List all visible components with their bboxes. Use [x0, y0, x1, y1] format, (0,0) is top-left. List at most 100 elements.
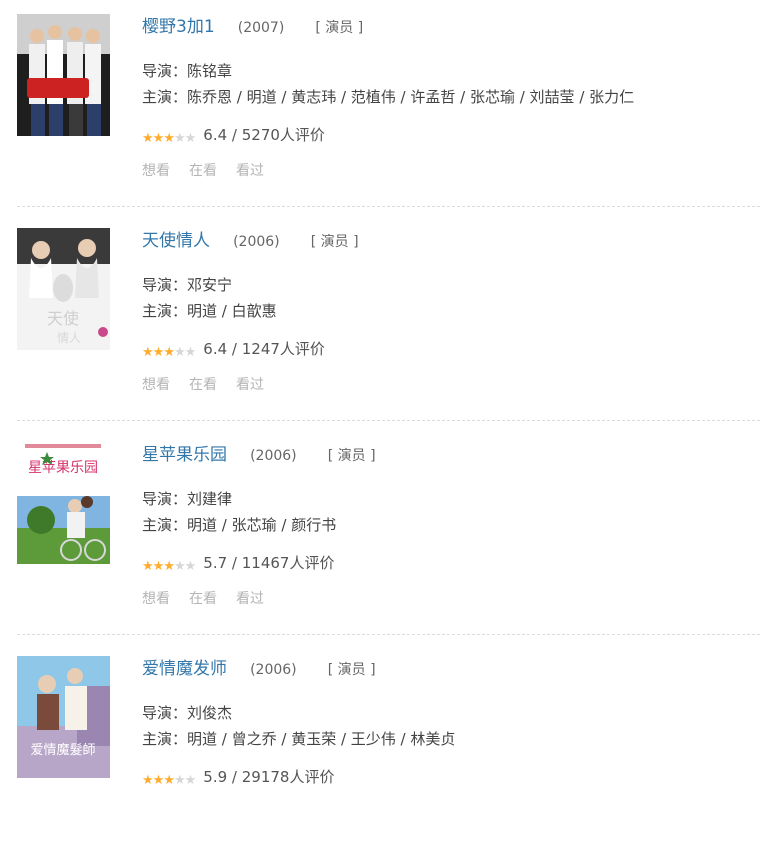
- role-tag: [ 演员 ]: [310, 234, 359, 250]
- watched-link[interactable]: 看过: [236, 163, 264, 179]
- director-label: 导演：: [142, 490, 188, 508]
- title-row: 爱情魔发师 (2006) [ 演员 ]: [142, 656, 760, 682]
- star-icon-filled: ★: [142, 345, 154, 360]
- watching-link[interactable]: 在看: [189, 377, 217, 393]
- movie-title-link[interactable]: 星苹果乐园: [142, 445, 227, 465]
- role-tag: [ 演员 ]: [327, 662, 376, 678]
- star-rating: ★★★★★: [142, 126, 197, 150]
- star-icon-filled: ★: [142, 773, 154, 788]
- director-label: 导演：: [142, 704, 188, 722]
- item-divider: [17, 206, 760, 207]
- action-links: 想看 在看 看过: [142, 374, 760, 396]
- star-rating: ★★★★★: [142, 768, 197, 792]
- movie-info: 爱情魔发师 (2006) [ 演员 ] 导演：刘俊杰 主演：明道 / 曾之乔 /…: [142, 656, 760, 788]
- movie-year: (2006): [233, 234, 280, 250]
- star-icon-filled: ★: [152, 345, 165, 360]
- movie-poster[interactable]: [17, 14, 110, 136]
- watching-link[interactable]: 在看: [189, 163, 217, 179]
- item-divider: [17, 634, 760, 635]
- svg-text:天使: 天使: [47, 309, 79, 328]
- director-name: 邓安宁: [187, 276, 233, 294]
- star-rating: ★★★★★: [142, 554, 197, 578]
- cast-line: 主演：明道 / 张芯瑜 / 颜行书: [142, 512, 760, 538]
- cast-names: 明道 / 曾之乔 / 黄玉荣 / 王少伟 / 林美贞: [187, 730, 456, 748]
- poster-image: 天使 情人: [17, 228, 110, 350]
- director-line: 导演：刘俊杰: [142, 700, 760, 726]
- movie-item: 星苹果乐园 星苹果乐园 (2006) [ 演员 ] 导演：刘建律 主演：明道 /…: [0, 428, 760, 642]
- star-icon-empty: ★: [173, 559, 186, 574]
- cast-names: 明道 / 张芯瑜 / 颜行书: [187, 516, 337, 534]
- svg-text:爱情魔髮師: 爱情魔髮師: [30, 743, 95, 758]
- star-icon-filled: ★: [163, 559, 175, 574]
- star-icon-filled: ★: [142, 559, 154, 574]
- svg-text:星苹果乐园: 星苹果乐园: [28, 460, 98, 476]
- movie-year: (2006): [250, 662, 297, 678]
- movie-info: 星苹果乐园 (2006) [ 演员 ] 导演：刘建律 主演：明道 / 张芯瑜 /…: [142, 442, 760, 610]
- star-icon-empty: ★: [173, 131, 186, 146]
- cast-line: 主演：陈乔恩 / 明道 / 黄志玮 / 范植伟 / 许孟哲 / 张芯瑜 / 刘喆…: [142, 84, 760, 110]
- rating-row: ★★★★★ 6.4 / 5270人评价: [142, 124, 760, 146]
- poster-image: [17, 14, 110, 136]
- cast-line: 主演：明道 / 白歆惠: [142, 298, 760, 324]
- cast-line: 主演：明道 / 曾之乔 / 黄玉荣 / 王少伟 / 林美贞: [142, 726, 760, 752]
- movie-item: 樱野3加1 (2007) [ 演员 ] 导演：陈铭章 主演：陈乔恩 / 明道 /…: [0, 0, 760, 214]
- movie-poster[interactable]: 星苹果乐园: [17, 442, 110, 564]
- cast-names: 陈乔恩 / 明道 / 黄志玮 / 范植伟 / 许孟哲 / 张芯瑜 / 刘喆莹 /…: [187, 88, 635, 106]
- star-icon-empty: ★: [184, 131, 197, 146]
- star-icon-filled: ★: [142, 131, 154, 146]
- director-name: 陈铭章: [187, 62, 233, 80]
- movie-info: 天使情人 (2006) [ 演员 ] 导演：邓安宁 主演：明道 / 白歆惠 ★★…: [142, 228, 760, 396]
- rating-text: 5.7 / 11467人评价: [203, 554, 335, 572]
- watched-link[interactable]: 看过: [236, 591, 264, 607]
- director-line: 导演：陈铭章: [142, 58, 760, 84]
- cast-names: 明道 / 白歆惠: [187, 302, 277, 320]
- director-name: 刘俊杰: [187, 704, 233, 722]
- star-icon-empty: ★: [184, 559, 197, 574]
- want-to-watch-link[interactable]: 想看: [142, 163, 170, 179]
- rating-text: 6.4 / 1247人评价: [203, 340, 325, 358]
- star-rating: ★★★★★: [142, 340, 197, 364]
- movie-poster[interactable]: 爱情魔髮師: [17, 656, 110, 778]
- director-name: 刘建律: [187, 490, 233, 508]
- director-line: 导演：刘建律: [142, 486, 760, 512]
- watched-link[interactable]: 看过: [236, 377, 264, 393]
- movie-title-link[interactable]: 天使情人: [142, 231, 210, 251]
- movie-title-link[interactable]: 樱野3加1: [142, 17, 215, 37]
- rating-text: 5.9 / 29178人评价: [203, 768, 335, 786]
- star-icon-empty: ★: [184, 773, 197, 788]
- movie-list: 樱野3加1 (2007) [ 演员 ] 导演：陈铭章 主演：陈乔恩 / 明道 /…: [0, 0, 760, 795]
- role-tag: [ 演员 ]: [315, 20, 364, 36]
- movie-year: (2006): [250, 448, 297, 464]
- want-to-watch-link[interactable]: 想看: [142, 377, 170, 393]
- director-label: 导演：: [142, 62, 188, 80]
- movie-title-link[interactable]: 爱情魔发师: [142, 659, 227, 679]
- movie-info: 樱野3加1 (2007) [ 演员 ] 导演：陈铭章 主演：陈乔恩 / 明道 /…: [142, 14, 760, 182]
- title-row: 星苹果乐园 (2006) [ 演员 ]: [142, 442, 760, 468]
- rating-row: ★★★★★ 5.9 / 29178人评价: [142, 766, 760, 788]
- action-links: 想看 在看 看过: [142, 588, 760, 610]
- poster-image: 星苹果乐园: [17, 442, 110, 564]
- star-icon-empty: ★: [184, 345, 197, 360]
- star-icon-filled: ★: [163, 773, 175, 788]
- role-tag: [ 演员 ]: [327, 448, 376, 464]
- star-icon-filled: ★: [163, 345, 175, 360]
- title-row: 樱野3加1 (2007) [ 演员 ]: [142, 14, 760, 40]
- cast-label: 主演：: [142, 302, 188, 320]
- action-links: 想看 在看 看过: [142, 160, 760, 182]
- title-row: 天使情人 (2006) [ 演员 ]: [142, 228, 760, 254]
- rating-text: 6.4 / 5270人评价: [203, 126, 325, 144]
- cast-label: 主演：: [142, 730, 188, 748]
- star-icon-filled: ★: [152, 773, 165, 788]
- director-label: 导演：: [142, 276, 188, 294]
- want-to-watch-link[interactable]: 想看: [142, 591, 170, 607]
- star-icon-filled: ★: [152, 559, 165, 574]
- item-divider: [17, 420, 760, 421]
- cast-label: 主演：: [142, 88, 188, 106]
- poster-image: 爱情魔髮師: [17, 656, 110, 778]
- watching-link[interactable]: 在看: [189, 591, 217, 607]
- svg-text:情人: 情人: [57, 331, 81, 345]
- movie-year: (2007): [237, 20, 285, 36]
- movie-poster[interactable]: 天使 情人: [17, 228, 110, 350]
- star-icon-filled: ★: [152, 131, 165, 146]
- star-icon-empty: ★: [173, 773, 186, 788]
